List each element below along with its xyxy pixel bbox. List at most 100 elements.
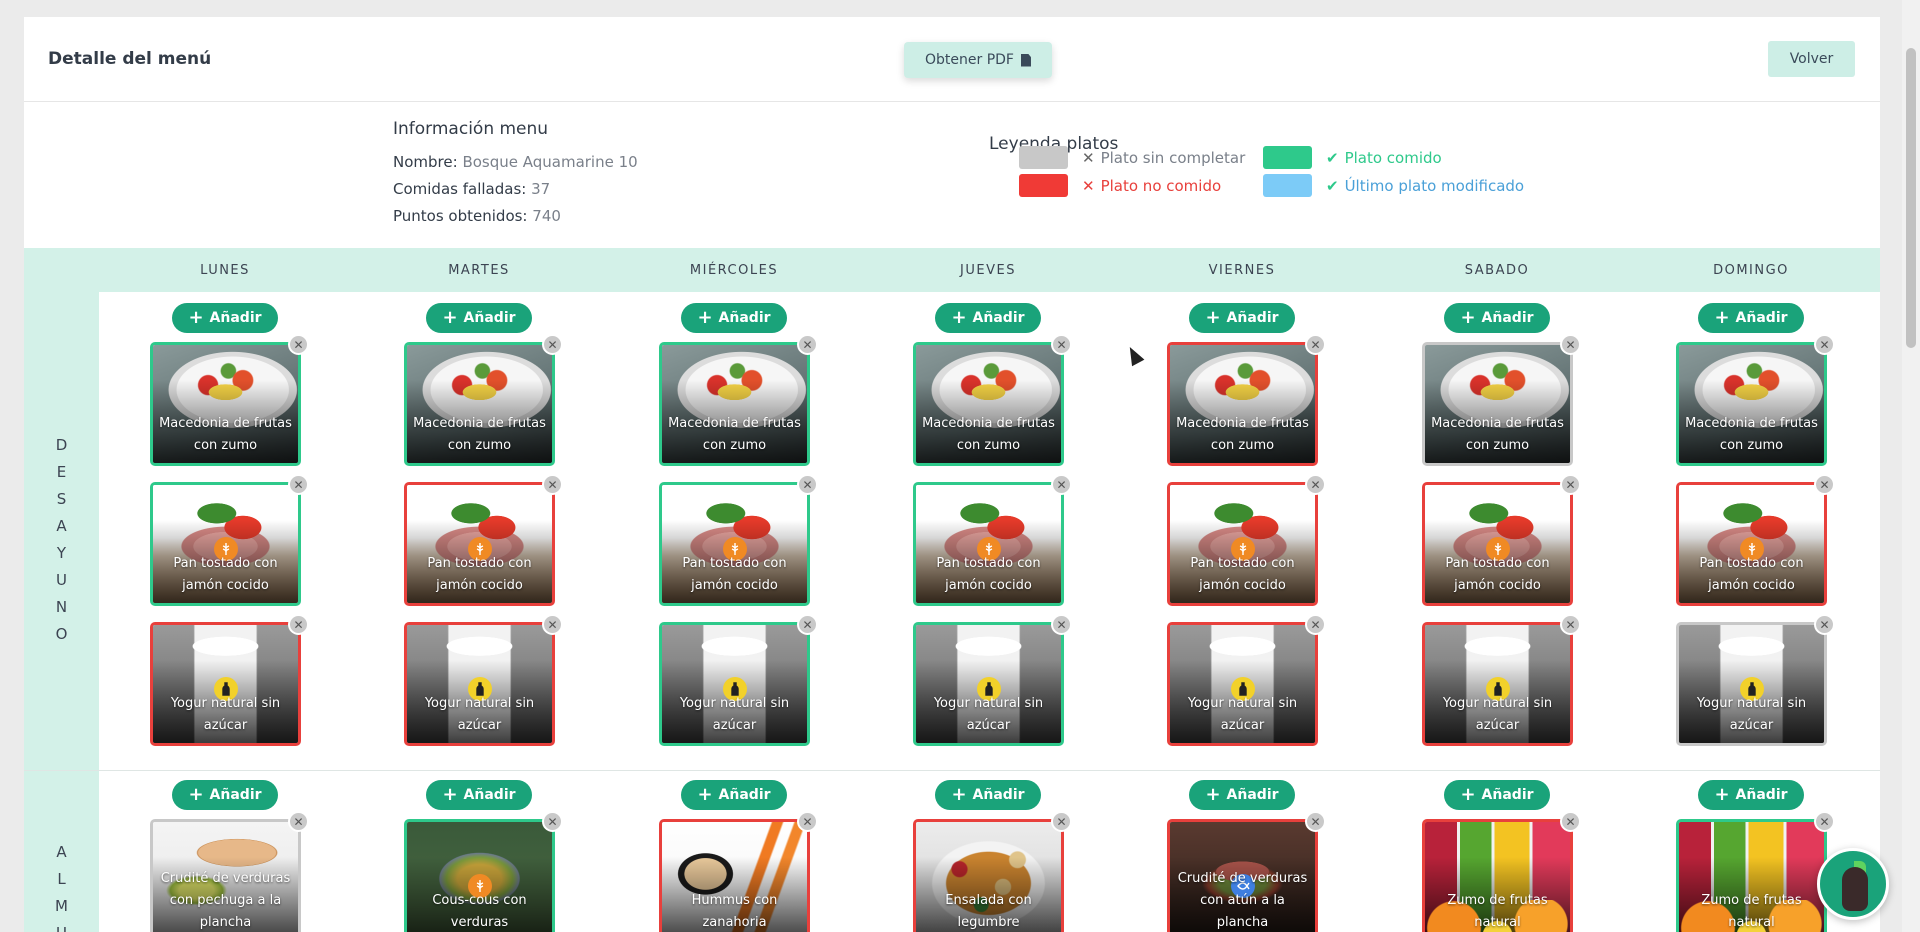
remove-dish-button[interactable]: ✕ xyxy=(1305,474,1326,495)
dish-card[interactable]: Yogur natural sin azúcar ✕ xyxy=(1422,614,1581,746)
remove-dish-button[interactable]: ✕ xyxy=(1814,334,1835,355)
remove-dish-button[interactable]: ✕ xyxy=(1560,334,1581,355)
dish-card[interactable]: Pan tostado con jamón cocido ✕ xyxy=(404,474,563,606)
close-icon: ✕ xyxy=(802,337,813,352)
dish-card[interactable]: Macedonia de frutas con zumo ✕ xyxy=(1167,334,1326,466)
add-dish-button[interactable]: + Añadir xyxy=(172,780,278,810)
remove-dish-button[interactable]: ✕ xyxy=(1560,474,1581,495)
remove-dish-button[interactable]: ✕ xyxy=(1305,614,1326,635)
remove-dish-button[interactable]: ✕ xyxy=(1814,614,1835,635)
dish-card[interactable]: Pan tostado con jamón cocido ✕ xyxy=(659,474,818,606)
dish-card[interactable]: Yogur natural sin azúcar ✕ xyxy=(1167,614,1326,746)
remove-dish-button[interactable]: ✕ xyxy=(1051,811,1072,832)
remove-dish-button[interactable]: ✕ xyxy=(1051,334,1072,355)
remove-dish-button[interactable]: ✕ xyxy=(288,474,309,495)
dish-card[interactable]: Zumo de frutas natural ✕ xyxy=(1422,811,1581,932)
add-dish-button[interactable]: + Añadir xyxy=(1698,303,1804,333)
remove-dish-button[interactable]: ✕ xyxy=(797,334,818,355)
remove-dish-button[interactable]: ✕ xyxy=(542,334,563,355)
dish-card[interactable]: Zumo de frutas natural ✕ xyxy=(1676,811,1835,932)
dish-card[interactable]: Yogur natural sin azúcar ✕ xyxy=(659,614,818,746)
remove-dish-button[interactable]: ✕ xyxy=(1305,334,1326,355)
dish-name: Yogur natural sin azúcar xyxy=(933,696,1044,733)
assistant-avatar-button[interactable] xyxy=(1817,848,1889,920)
dish-card[interactable]: Cous-cous con verduras ✕ xyxy=(404,811,563,932)
dish-card[interactable]: Yogur natural sin azúcar ✕ xyxy=(404,614,563,746)
remove-dish-button[interactable]: ✕ xyxy=(1560,811,1581,832)
plus-icon: + xyxy=(1714,307,1730,328)
add-dish-label: Añadir xyxy=(718,787,771,803)
dish-card[interactable]: Yogur natural sin azúcar ✕ xyxy=(150,614,309,746)
remove-dish-button[interactable]: ✕ xyxy=(288,811,309,832)
dish-card[interactable]: Macedonia de frutas con zumo ✕ xyxy=(404,334,563,466)
plus-icon: + xyxy=(951,784,967,805)
add-dish-button[interactable]: + Añadir xyxy=(1698,780,1804,810)
plus-icon: + xyxy=(442,307,458,328)
remove-dish-button[interactable]: ✕ xyxy=(797,811,818,832)
dish-card[interactable]: Macedonia de frutas con zumo ✕ xyxy=(150,334,309,466)
dish-card[interactable]: Hummus con zanahoria ✕ xyxy=(659,811,818,932)
menu-detail-card: Detalle del menú Obtener PDF Volver Info… xyxy=(24,17,1880,932)
close-icon: ✕ xyxy=(1310,617,1321,632)
back-button[interactable]: Volver xyxy=(1768,41,1855,77)
add-dish-button[interactable]: + Añadir xyxy=(681,780,787,810)
remove-dish-button[interactable]: ✕ xyxy=(797,614,818,635)
menu-name-value: Bosque Aquamarine 10 xyxy=(462,153,638,171)
dish-name: Macedonia de frutas con zumo xyxy=(159,416,292,453)
close-icon: ✕ xyxy=(293,814,304,829)
dish-card[interactable]: Pan tostado con jamón cocido ✕ xyxy=(1167,474,1326,606)
get-pdf-button[interactable]: Obtener PDF xyxy=(904,42,1052,78)
remove-dish-button[interactable]: ✕ xyxy=(1305,811,1326,832)
remove-dish-button[interactable]: ✕ xyxy=(288,334,309,355)
remove-dish-button[interactable]: ✕ xyxy=(1051,614,1072,635)
dish-name: Zumo de frutas natural xyxy=(1701,893,1802,930)
add-dish-button[interactable]: + Añadir xyxy=(1444,780,1550,810)
add-dish-label: Añadir xyxy=(209,787,262,803)
add-dish-button[interactable]: + Añadir xyxy=(935,780,1041,810)
add-dish-button[interactable]: + Añadir xyxy=(681,303,787,333)
remove-dish-button[interactable]: ✕ xyxy=(542,811,563,832)
scrollbar-thumb[interactable] xyxy=(1906,48,1916,348)
remove-dish-button[interactable]: ✕ xyxy=(1814,474,1835,495)
meal-label-letter: A xyxy=(56,516,67,535)
dish-card[interactable]: Crudité de verduras con pechuga a la pla… xyxy=(150,811,309,932)
add-dish-button[interactable]: + Añadir xyxy=(172,303,278,333)
add-dish-button[interactable]: + Añadir xyxy=(935,303,1041,333)
add-dish-button[interactable]: + Añadir xyxy=(1189,303,1295,333)
dish-card[interactable]: Ensalada con legumbre ✕ xyxy=(913,811,1072,932)
dish-card[interactable]: Macedonia de frutas con zumo ✕ xyxy=(913,334,1072,466)
dish-card[interactable]: Pan tostado con jamón cocido ✕ xyxy=(150,474,309,606)
remove-dish-button[interactable]: ✕ xyxy=(542,614,563,635)
dish-card[interactable]: Pan tostado con jamón cocido ✕ xyxy=(1422,474,1581,606)
add-dish-button[interactable]: + Añadir xyxy=(1444,303,1550,333)
dish-card[interactable]: Macedonia de frutas con zumo ✕ xyxy=(659,334,818,466)
check-icon: ✔ xyxy=(1326,176,1339,195)
dish-card[interactable]: Macedonia de frutas con zumo ✕ xyxy=(1676,334,1835,466)
remove-dish-button[interactable]: ✕ xyxy=(797,474,818,495)
add-dish-button[interactable]: + Añadir xyxy=(1189,780,1295,810)
plus-icon: + xyxy=(188,307,204,328)
close-icon: ✕ xyxy=(1310,477,1321,492)
add-dish-button[interactable]: + Añadir xyxy=(426,303,532,333)
dish-card[interactable]: Yogur natural sin azúcar ✕ xyxy=(913,614,1072,746)
dish-card[interactable]: Yogur natural sin azúcar ✕ xyxy=(1676,614,1835,746)
add-dish-button[interactable]: + Añadir xyxy=(426,780,532,810)
legend-swatch xyxy=(1019,174,1068,197)
close-icon: ✕ xyxy=(802,617,813,632)
dish-card[interactable]: Pan tostado con jamón cocido ✕ xyxy=(913,474,1072,606)
remove-dish-button[interactable]: ✕ xyxy=(542,474,563,495)
dish-card[interactable]: Pan tostado con jamón cocido ✕ xyxy=(1676,474,1835,606)
remove-dish-button[interactable]: ✕ xyxy=(288,614,309,635)
plus-icon: + xyxy=(697,784,713,805)
dish-card[interactable]: Crudité de verduras con atún a la planch… xyxy=(1167,811,1326,932)
remove-dish-button[interactable]: ✕ xyxy=(1560,614,1581,635)
page-scrollbar[interactable] xyxy=(1902,0,1920,932)
plus-icon: + xyxy=(1460,307,1476,328)
remove-dish-button[interactable]: ✕ xyxy=(1814,811,1835,832)
close-icon: ✕ xyxy=(1056,477,1067,492)
plus-icon: + xyxy=(188,784,204,805)
remove-dish-button[interactable]: ✕ xyxy=(1051,474,1072,495)
dish-card[interactable]: Macedonia de frutas con zumo ✕ xyxy=(1422,334,1581,466)
meal-label-letter: A xyxy=(56,843,67,861)
dish-name: Pan tostado con jamón cocido xyxy=(1699,556,1804,593)
